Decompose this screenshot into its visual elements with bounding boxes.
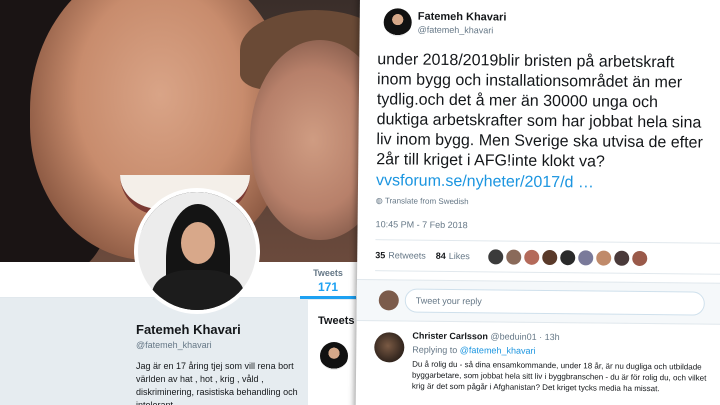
viewer-avatar[interactable] bbox=[378, 290, 399, 311]
author-name[interactable]: Fatemeh Khavari bbox=[418, 11, 507, 24]
liker-avatar[interactable] bbox=[487, 248, 503, 265]
liker-avatar[interactable] bbox=[577, 249, 593, 265]
liker-avatar[interactable] bbox=[631, 250, 647, 266]
separator-dot: · bbox=[539, 331, 543, 342]
reply-author-avatar[interactable] bbox=[374, 332, 405, 363]
tab-tweets[interactable]: Tweets 171 bbox=[300, 268, 356, 299]
liker-avatar[interactable] bbox=[523, 249, 539, 265]
liker-avatar[interactable] bbox=[541, 249, 557, 265]
reply-text: Du å rolig du - så dina ensamkommande, u… bbox=[411, 359, 707, 394]
tweet-stats: 35 Retweets 84 Likes bbox=[375, 240, 720, 274]
profile-bio: Jag är en 17 åring tjej som vill rena bo… bbox=[136, 361, 298, 405]
reply-meta: Christer Carlsson @beduin01 · 13h bbox=[412, 331, 559, 343]
profile-avatar[interactable] bbox=[134, 188, 260, 314]
reply-author-name[interactable]: Christer Carlsson bbox=[412, 331, 488, 342]
liker-avatar[interactable] bbox=[595, 249, 611, 266]
replying-to-handle[interactable]: @fatemeh_khavari bbox=[460, 345, 536, 356]
likes-count: 84 bbox=[435, 250, 446, 261]
tweet-timestamp[interactable]: 10:45 PM - 7 Feb 2018 bbox=[376, 219, 720, 233]
tweet-detail-panel: Fatemeh Khavari @fatemeh_khavari under 2… bbox=[355, 0, 720, 405]
tweet-text: under 2018/2019blir bristen på arbetskra… bbox=[376, 51, 703, 171]
timeline-avatar[interactable] bbox=[320, 342, 348, 370]
reply-time[interactable]: 13h bbox=[545, 332, 560, 342]
reply-tweet: Christer Carlsson @beduin01 · 13h Replyi… bbox=[374, 330, 719, 393]
retweets-label: Retweets bbox=[388, 250, 426, 261]
tweet-link[interactable]: vvsforum.se/nyheter/2017/d … bbox=[376, 172, 720, 194]
liker-avatar[interactable] bbox=[559, 249, 575, 265]
tab-active-indicator bbox=[300, 296, 356, 299]
reply-author-handle[interactable]: @beduin01 bbox=[490, 331, 536, 341]
translate-link[interactable]: ◍ Translate from Swedish bbox=[376, 196, 720, 209]
profile-name[interactable]: Fatemeh Khavari bbox=[136, 322, 306, 337]
reply-input[interactable]: Tweet your reply bbox=[404, 288, 705, 316]
tweet-author: Fatemeh Khavari @fatemeh_khavari bbox=[377, 6, 720, 46]
globe-icon: ◍ bbox=[375, 196, 383, 206]
author-handle[interactable]: @fatemeh_khavari bbox=[418, 25, 494, 36]
likers-avatars bbox=[487, 248, 650, 266]
profile-card: Fatemeh Khavari @fatemeh_khavari Jag är … bbox=[136, 322, 306, 405]
liker-avatar[interactable] bbox=[613, 250, 629, 266]
tab-tweets-label: Tweets bbox=[313, 268, 343, 278]
screenshot-collage: Tweets 171 Fatemeh Khavari @fatemeh_khav… bbox=[0, 0, 720, 405]
likes-stat[interactable]: 84 Likes bbox=[436, 251, 470, 261]
profile-page: Tweets 171 Fatemeh Khavari @fatemeh_khav… bbox=[0, 0, 372, 405]
translate-label: Translate from Swedish bbox=[384, 196, 469, 207]
profile-handle: @fatemeh_khavari bbox=[136, 340, 212, 350]
reply-composer: Tweet your reply bbox=[356, 278, 720, 325]
retweets-count: 35 bbox=[375, 250, 386, 261]
retweets-stat[interactable]: 35 Retweets bbox=[375, 250, 426, 261]
tab-tweets-count: 171 bbox=[317, 280, 339, 294]
likes-label: Likes bbox=[448, 250, 470, 262]
author-avatar[interactable] bbox=[383, 8, 412, 37]
replying-to-label: Replying to bbox=[412, 344, 458, 356]
replying-to: Replying to @fatemeh_khavari bbox=[412, 345, 535, 356]
liker-avatar[interactable] bbox=[505, 249, 521, 265]
